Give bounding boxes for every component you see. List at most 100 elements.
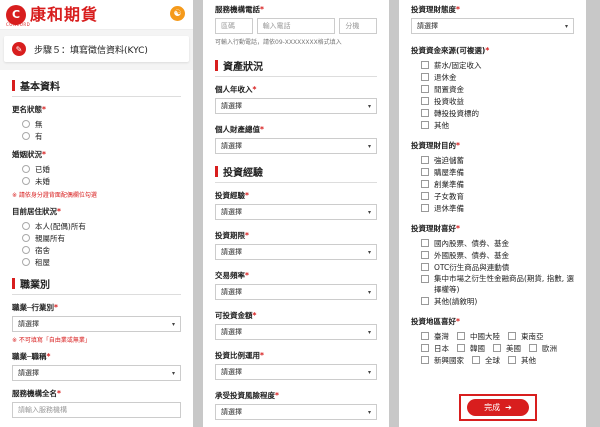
checkbox-icon [421,204,429,212]
marital-option-single[interactable]: 未婚 [22,175,181,187]
arrow-right-icon: ➔ [505,403,512,412]
region-option-china[interactable]: 中國大陸 [457,330,500,342]
pref-option-domestic[interactable]: 國內股票、債券、基金 [421,237,574,249]
rename-option-none[interactable]: 無 [22,118,181,130]
purpose-option-business[interactable]: 創業準備 [421,178,574,190]
amount-select[interactable]: 請選擇 ▾ [215,324,377,340]
phone-input[interactable]: 輸入電話 [256,18,336,34]
pref-option-otc[interactable]: OTC衍生商品與連動債 [421,261,574,273]
purpose-option-saving[interactable]: 強迫儲蓄 [421,154,574,166]
section-occupation: 職業別 [12,276,181,295]
region-option-global[interactable]: 全球 [472,354,500,366]
checkbox-icon [421,121,429,129]
source-option-pension[interactable]: 退休金 [421,71,574,83]
income-select[interactable]: 請選擇 ▾ [215,98,377,114]
section-assets: 資產狀況 [215,58,377,77]
checkbox-icon [421,332,429,340]
checkbox-icon [508,332,516,340]
region-option-sea[interactable]: 東南亞 [508,330,544,342]
pref-option-other[interactable]: 其他(請敘明) [421,295,574,307]
source-option-other[interactable]: 其他 [421,119,574,131]
checkbox-icon [421,297,429,305]
residence-option-dorm[interactable]: 宿舍 [22,244,181,256]
form-panel-2: 服務機構電話* 區碼 輸入電話 分機 可輸入行動電話，請依09-XXXXXXXX… [203,0,389,427]
checkbox-icon [421,275,429,283]
exp-label: 投資經驗* [215,191,249,200]
radio-icon [22,234,30,242]
pref-label: 投資理財喜好* [411,224,460,233]
checkbox-icon [421,85,429,93]
checkbox-icon [421,156,429,164]
step-band: ✎ 步驟５：填寫徵信資料(KYC) [0,30,193,70]
freq-label: 交易頻率* [215,271,249,280]
industry-note: ※ 不可填寫「自由業或無業」 [12,337,91,344]
position-select[interactable]: 請選擇 ▾ [12,365,181,381]
chevron-down-icon: ▾ [367,208,371,216]
checkbox-icon [508,356,516,364]
region-option-other[interactable]: 其他 [508,354,536,366]
form-panel-3: 投資理財態度* 請選擇 ▾ 投資資金來源(可複選)* 薪水/固定收入 退休金 閒置… [399,0,586,427]
radio-icon [22,222,30,230]
residence-option-relative[interactable]: 親屬所有 [22,232,181,244]
ratio-label: 投資比例運用* [215,351,264,360]
exp-select[interactable]: 請選擇 ▾ [215,204,377,220]
checkbox-icon [421,168,429,176]
region-option-emerging[interactable]: 新興國家 [421,354,464,366]
chevron-down-icon: ▾ [367,368,371,376]
purpose-option-house[interactable]: 購屋準備 [421,166,574,178]
attitude-select[interactable]: 請選擇 ▾ [411,18,574,34]
section-experience: 投資經驗 [215,164,377,183]
app-header: C 康和期貨 CONCORD ☯ [0,0,193,30]
checkbox-icon [421,344,429,352]
marital-note: ※ 請依身分證背面配偶欄位勾選 [12,192,97,199]
industry-select[interactable]: 請選擇 ▾ [12,316,181,332]
risk-select[interactable]: 請選擇 ▾ [215,404,377,420]
chevron-down-icon: ▾ [367,288,371,296]
checkbox-icon [421,180,429,188]
region-option-japan[interactable]: 日本 [421,342,449,354]
checkbox-icon [472,356,480,364]
employer-input[interactable]: 請輸入服務機構 [12,402,181,418]
user-icon[interactable]: ☯ [170,6,185,21]
region-label: 投資地區喜好* [411,317,460,326]
source-option-reinvest[interactable]: 轉投投資標的 [421,107,574,119]
region-option-usa[interactable]: 美國 [493,342,521,354]
checkbox-icon [421,263,429,271]
chevron-down-icon: ▾ [367,408,371,416]
area-code-input[interactable]: 區碼 [215,18,253,34]
region-option-europe[interactable]: 歐洲 [529,342,557,354]
residence-option-rent[interactable]: 租屋 [22,256,181,268]
pref-option-derivatives[interactable]: 集中市場之衍生性金融商品(期貨, 指數, 選擇權等) [421,273,574,295]
checkbox-icon [421,61,429,69]
extension-input[interactable]: 分機 [339,18,377,34]
region-option-taiwan[interactable]: 臺灣 [421,330,449,342]
radio-icon [22,165,30,173]
source-option-returns[interactable]: 投資收益 [421,95,574,107]
radio-icon [22,246,30,254]
form-panel-1: C 康和期貨 CONCORD ☯ ✎ 步驟５：填寫徵信資料(KYC) 基本資料 … [0,0,193,427]
industry-label: 職業─行業別* [12,303,58,312]
source-option-salary[interactable]: 薪水/固定收入 [421,59,574,71]
income-label: 個人年收入* [215,85,257,94]
region-option-korea[interactable]: 韓國 [457,342,485,354]
period-select[interactable]: 請選擇 ▾ [215,244,377,260]
submit-button[interactable]: 完成 ➔ [467,399,529,416]
purpose-option-education[interactable]: 子女教育 [421,190,574,202]
source-option-idle[interactable]: 閒置資金 [421,83,574,95]
rename-option-yes[interactable]: 有 [22,130,181,142]
position-label: 職業─職稱* [12,352,51,361]
ratio-select[interactable]: 請選擇 ▾ [215,364,377,380]
freq-select[interactable]: 請選擇 ▾ [215,284,377,300]
purpose-option-retirement[interactable]: 退休準備 [421,202,574,214]
checkbox-icon [529,344,537,352]
chevron-down-icon: ▾ [171,369,175,377]
radio-icon [22,132,30,140]
radio-icon [22,120,30,128]
submit-highlight: 完成 ➔ [459,394,537,421]
residence-option-own[interactable]: 本人(配偶)所有 [22,220,181,232]
pref-option-foreign[interactable]: 外國股票、債券、基金 [421,249,574,261]
purpose-label: 投資理財目的* [411,141,460,150]
wealth-select[interactable]: 請選擇 ▾ [215,138,377,154]
attitude-label: 投資理財態度* [411,5,460,14]
marital-option-married[interactable]: 已婚 [22,163,181,175]
